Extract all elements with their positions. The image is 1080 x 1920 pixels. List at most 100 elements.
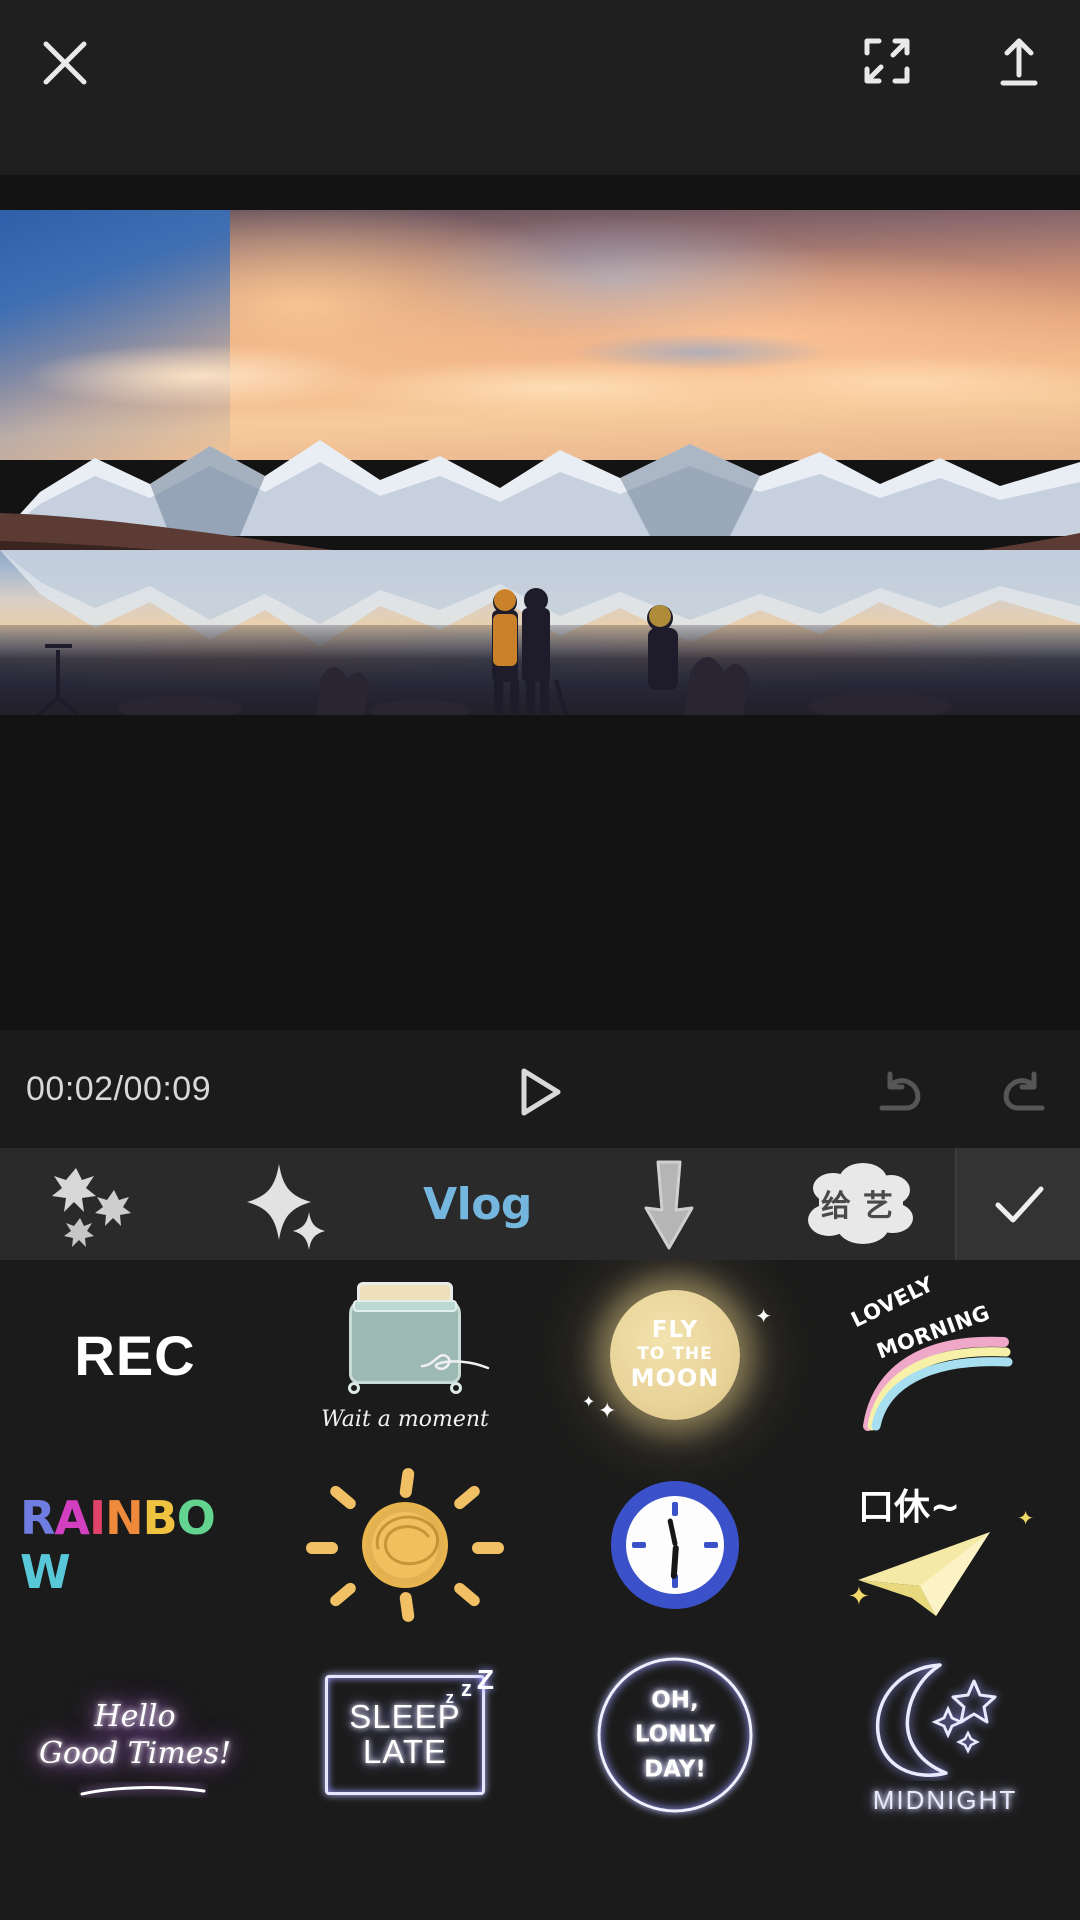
sun-ray [306, 1542, 338, 1554]
hello-line-1: Hello [94, 1698, 176, 1734]
sun-ray [398, 1591, 416, 1623]
sun-ray [451, 1483, 483, 1512]
down-arrow-icon [644, 1160, 693, 1250]
sparkle-decor-icon: ✦ [582, 1394, 596, 1411]
sparkle-decor-icon: ✦ [755, 1306, 772, 1328]
rainbow-letter: B [142, 1491, 178, 1545]
midnight-label: MIDNIGHT [872, 1784, 1018, 1815]
chinese-text-sticker-icon: 给 艺 [807, 1163, 913, 1244]
tab-vlog-label: Vlog [423, 1178, 532, 1230]
sun-ray [327, 1483, 359, 1512]
sticker-toaster-caption: Wait a moment [321, 1407, 489, 1432]
top-bar-actions [852, 26, 1054, 96]
confirm-button[interactable] [955, 1148, 1080, 1260]
tab-sparkle-burst[interactable] [0, 1148, 191, 1260]
tab-sparkle[interactable] [191, 1148, 382, 1260]
rainbow-letter: N [105, 1491, 143, 1545]
preview-area [0, 175, 1080, 1030]
sticker-oh-lonly-day[interactable]: OH, LONLY DAY! [540, 1640, 810, 1830]
sticker-sun-doodle[interactable] [270, 1450, 540, 1640]
export-icon [1000, 38, 1038, 86]
fullscreen-button[interactable] [852, 26, 922, 96]
sticker-category-tabs: Vlog 给 艺 [0, 1148, 1080, 1260]
sticker-rec[interactable]: REC [0, 1260, 270, 1450]
sparkle-icon [246, 1164, 325, 1250]
editor-screen: 00:02/00:09 Vlog 给 艺 REC Wait a moment F… [0, 0, 1080, 1920]
timecode-label: 00:02/00:09 [26, 1070, 212, 1108]
sun-ray [472, 1542, 504, 1554]
zzz-icon: z [461, 1676, 472, 1701]
sticker-rainbow-text[interactable]: RAINBO W [0, 1450, 270, 1640]
toaster-cord-icon [420, 1354, 490, 1371]
tab-arrow[interactable] [573, 1148, 764, 1260]
play-button[interactable] [500, 1062, 580, 1122]
paper-plane-icon [858, 1532, 990, 1616]
close-button[interactable] [30, 28, 100, 98]
snowflake-burst-icon [51, 1168, 131, 1247]
sticker-lovely-morning[interactable]: LOVELY MORNING [810, 1260, 1080, 1450]
clock-face [626, 1496, 724, 1594]
fullscreen-icon [864, 38, 910, 84]
play-icon [521, 1068, 561, 1116]
sticker-chinese-break[interactable]: 口休~ ✦ ✦ [810, 1450, 1080, 1640]
sparkle-decor-icon: ✦ [1017, 1508, 1034, 1530]
sticker-toaster[interactable]: Wait a moment [270, 1260, 540, 1450]
sparkle-decor-icon: ✦ [598, 1398, 617, 1423]
photographer-silhouettes [36, 588, 952, 715]
moon-line-3: MOON [630, 1364, 720, 1393]
rainbow-letter: R [20, 1491, 55, 1545]
sticker-grid-panel[interactable]: REC Wait a moment FLY TO THE MOON ✦ ✦ ✦ … [0, 1260, 1080, 1920]
playback-row: 00:02/00:09 [0, 1040, 1080, 1140]
rainbow-letter: I [89, 1491, 106, 1545]
clock-ring [611, 1481, 739, 1609]
top-bar [0, 0, 1080, 175]
toaster-cap [353, 1300, 457, 1312]
check-icon [995, 1186, 1043, 1223]
undo-button[interactable] [866, 1064, 938, 1124]
hello-line-2: Good Times! [38, 1736, 232, 1771]
sticker-grid: REC Wait a moment FLY TO THE MOON ✦ ✦ ✦ … [0, 1260, 1080, 1830]
sun-ray [451, 1580, 483, 1609]
hello-good-times-text: Hello Good Times! [39, 1698, 231, 1773]
lonly-line-2: LONLY [634, 1721, 716, 1748]
export-button[interactable] [984, 26, 1054, 96]
zzz-icon: Z [476, 1664, 494, 1695]
rainbow-letter: W [20, 1545, 71, 1599]
redo-icon [1003, 1071, 1045, 1111]
svg-text:艺: 艺 [863, 1189, 893, 1224]
rainbow-letter: O [176, 1491, 216, 1545]
crescent-moon-icon [875, 1662, 997, 1777]
neon-underline-icon [80, 1786, 206, 1796]
sun-scribble-icon [375, 1515, 439, 1566]
svg-text:给: 给 [821, 1189, 851, 1224]
chinese-break-label: 口休~ [858, 1487, 961, 1528]
sparkle-decor-icon: ✦ [848, 1581, 870, 1611]
moon-line-1: FLY [651, 1317, 699, 1344]
lonly-circle: OH, LONLY DAY! [597, 1657, 753, 1813]
sleep-line-1: SLEEP [349, 1698, 461, 1736]
sticker-fly-to-the-moon[interactable]: FLY TO THE MOON ✦ ✦ ✦ [540, 1260, 810, 1450]
close-icon [43, 41, 87, 85]
lonly-line-3: DAY! [644, 1756, 706, 1783]
tab-list: Vlog 给 艺 [0, 1148, 955, 1260]
sticker-midnight[interactable]: MIDNIGHT [810, 1640, 1080, 1830]
moon-line-2: TO THE [637, 1344, 713, 1365]
zzz-icon: z [445, 1688, 455, 1707]
undo-icon [879, 1071, 921, 1111]
moon-shape: FLY TO THE MOON [610, 1290, 740, 1420]
sleep-line-2: LATE [362, 1733, 448, 1770]
sticker-clock[interactable] [540, 1450, 810, 1640]
sun-ray [398, 1467, 416, 1499]
sticker-sleep-late[interactable]: SLEEP LATE Z z z [270, 1640, 540, 1830]
video-preview[interactable] [0, 210, 1080, 715]
rainbow-word: RAINBO W [20, 1491, 250, 1599]
sticker-rec-label: REC [74, 1323, 196, 1387]
redo-button[interactable] [986, 1064, 1058, 1124]
rainbow-letter: A [54, 1491, 90, 1545]
sticker-hello-good-times[interactable]: Hello Good Times! [0, 1640, 270, 1830]
history-controls [866, 1064, 1058, 1124]
tab-vlog[interactable]: Vlog [382, 1148, 573, 1260]
sun-ray [327, 1580, 359, 1609]
lonly-line-1: OH, [651, 1687, 699, 1714]
tab-chinese-text[interactable]: 给 艺 [764, 1148, 955, 1260]
